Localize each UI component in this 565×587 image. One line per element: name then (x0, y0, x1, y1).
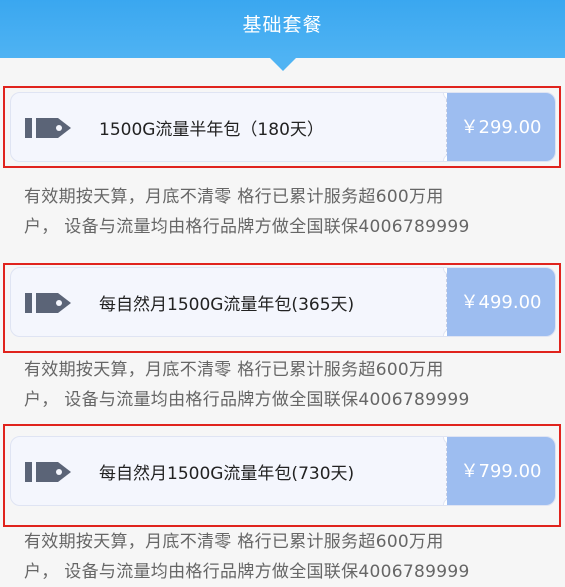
page-title: 基础套餐 (242, 14, 323, 36)
price-tag-icon (25, 293, 71, 313)
price-tag-icon (25, 118, 71, 138)
package-card[interactable]: 每自然月1500G流量年包(730天) ￥799.00 (10, 436, 556, 506)
page-header: 基础套餐 (0, 0, 565, 58)
package-description: 有效期按天算，月底不清零 格行已累计服务超600万用 户， 设备与流量均由格行品… (24, 527, 544, 587)
package-name: 每自然月1500G流量年包(730天) (99, 464, 355, 484)
price-badge: ￥299.00 (447, 93, 555, 161)
package-description: 有效期按天算，月底不清零 格行已累计服务超600万用 户， 设备与流量均由格行品… (24, 182, 544, 242)
package-name: 每自然月1500G流量年包(365天) (99, 295, 355, 315)
package-card[interactable]: 1500G流量半年包（180天） ￥299.00 (10, 92, 556, 162)
price-badge: ￥799.00 (447, 437, 555, 505)
description-line: 户， 设备与流量均由格行品牌方做全国联保4006789999 (24, 217, 470, 237)
description-line: 有效期按天算，月底不清零 格行已累计服务超600万用 (24, 360, 444, 380)
header-pointer (270, 58, 296, 71)
package-description: 有效期按天算，月底不清零 格行已累计服务超600万用 户， 设备与流量均由格行品… (24, 355, 544, 415)
price-badge: ￥499.00 (447, 268, 555, 336)
description-line: 户， 设备与流量均由格行品牌方做全国联保4006789999 (24, 562, 470, 582)
price-tag-icon (25, 462, 71, 482)
description-line: 有效期按天算，月底不清零 格行已累计服务超600万用 (24, 532, 444, 552)
package-card[interactable]: 每自然月1500G流量年包(365天) ￥499.00 (10, 267, 556, 337)
package-name: 1500G流量半年包（180天） (99, 120, 324, 140)
description-line: 有效期按天算，月底不清零 格行已累计服务超600万用 (24, 187, 444, 207)
description-line: 户， 设备与流量均由格行品牌方做全国联保4006789999 (24, 390, 470, 410)
